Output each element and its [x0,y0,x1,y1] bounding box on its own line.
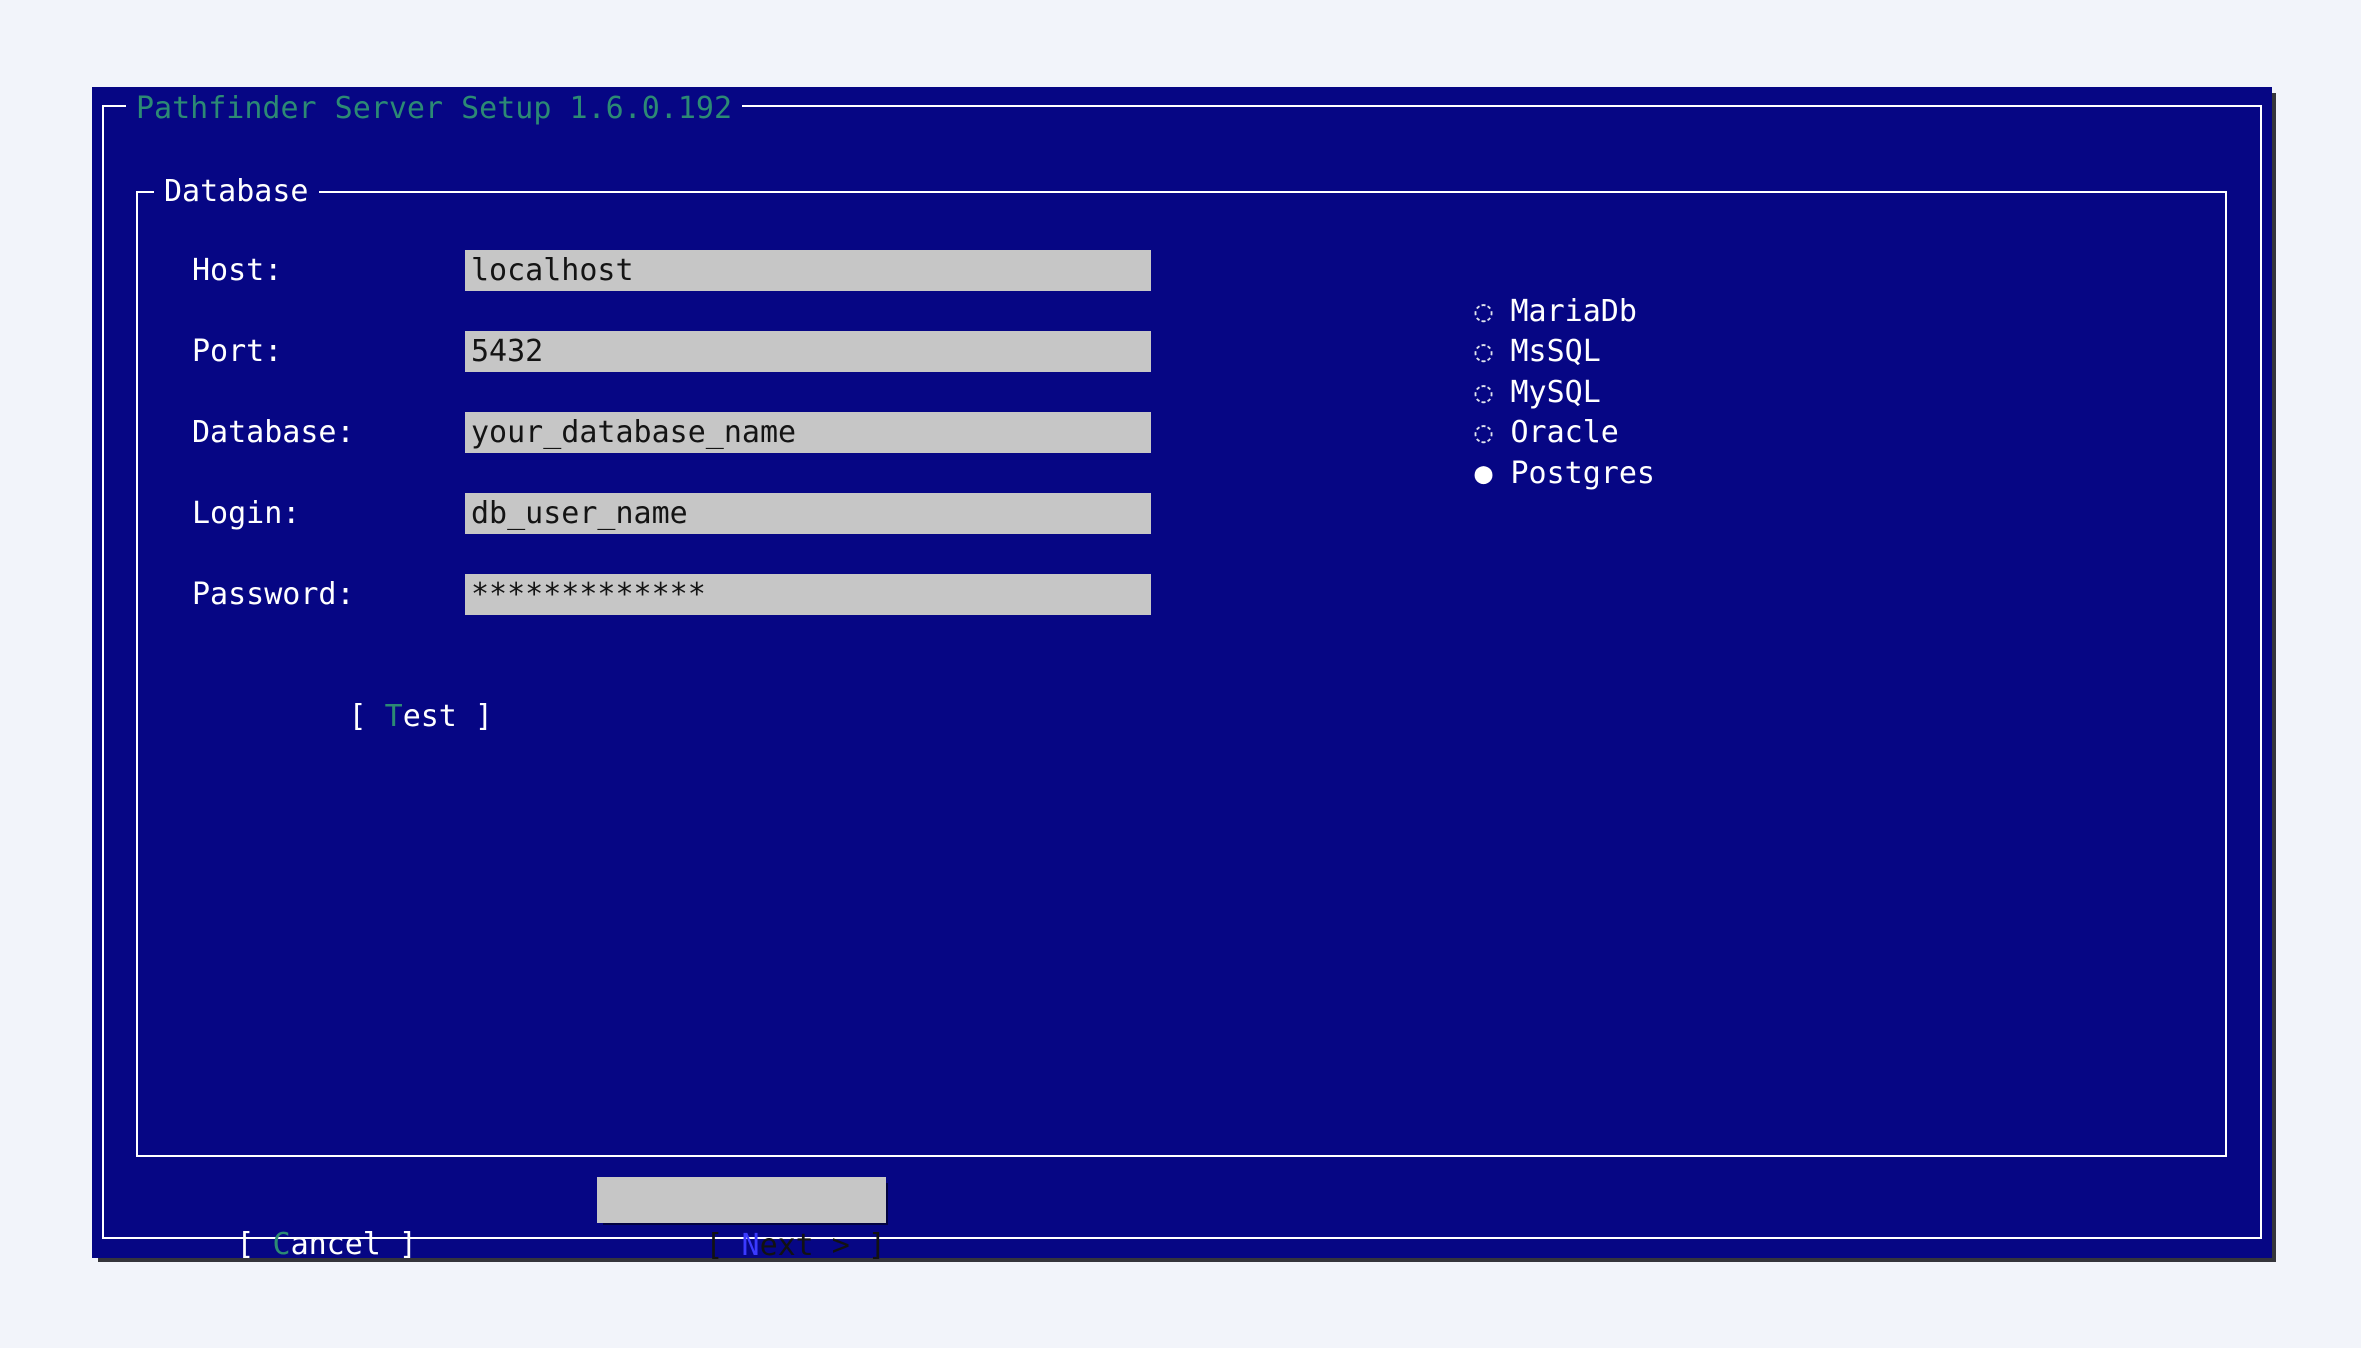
dialog-title: Pathfinder Server Setup 1.6.0.192 [126,89,742,129]
test-button[interactable]: [ Test ] [204,655,493,696]
port-input[interactable] [465,331,1151,372]
login-label: Login: [192,493,300,534]
database-group-box: Database Host: Port: Database: Login: Pa… [136,191,2227,1157]
cancel-button-bracket: [ [236,1227,272,1262]
cancel-button[interactable]: [ Cancel ] [128,1183,417,1224]
desktop-background: Pathfinder Server Setup 1.6.0.192 Databa… [0,0,2361,1348]
database-label: Database: [192,412,355,453]
radio-option-mysql[interactable]: ◌MySQL [1330,331,1601,372]
test-button-bracket: [ [349,699,385,734]
host-label: Host: [192,250,282,291]
next-button-bracket: [ [705,1228,741,1263]
port-label: Port: [192,331,282,372]
test-button-label: est ] [403,699,493,734]
password-input[interactable] [465,574,1151,615]
next-button-hotkey: N [742,1228,760,1263]
group-title: Database [154,172,319,212]
radio-option-label: Postgres [1511,456,1656,491]
radio-option-postgres[interactable]: ●Postgres [1330,412,1655,453]
radio-selected-icon: ● [1475,453,1511,494]
radio-option-oracle[interactable]: ◌Oracle [1330,371,1619,412]
host-input[interactable] [465,250,1151,291]
cancel-button-hotkey: C [273,1227,291,1262]
test-button-hotkey: T [385,699,403,734]
password-label: Password: [192,574,355,615]
login-input[interactable] [465,493,1151,534]
radio-option-mssql[interactable]: ◌MsSQL [1330,290,1601,331]
setup-dialog: Pathfinder Server Setup 1.6.0.192 Databa… [92,87,2272,1258]
database-input[interactable] [465,412,1151,453]
next-button[interactable]: [ Next > ] [597,1177,886,1223]
radio-option-mariadb[interactable]: ◌MariaDb [1330,250,1637,291]
cancel-button-label: ancel ] [291,1227,417,1262]
next-button-label: ext > ] [760,1228,886,1263]
